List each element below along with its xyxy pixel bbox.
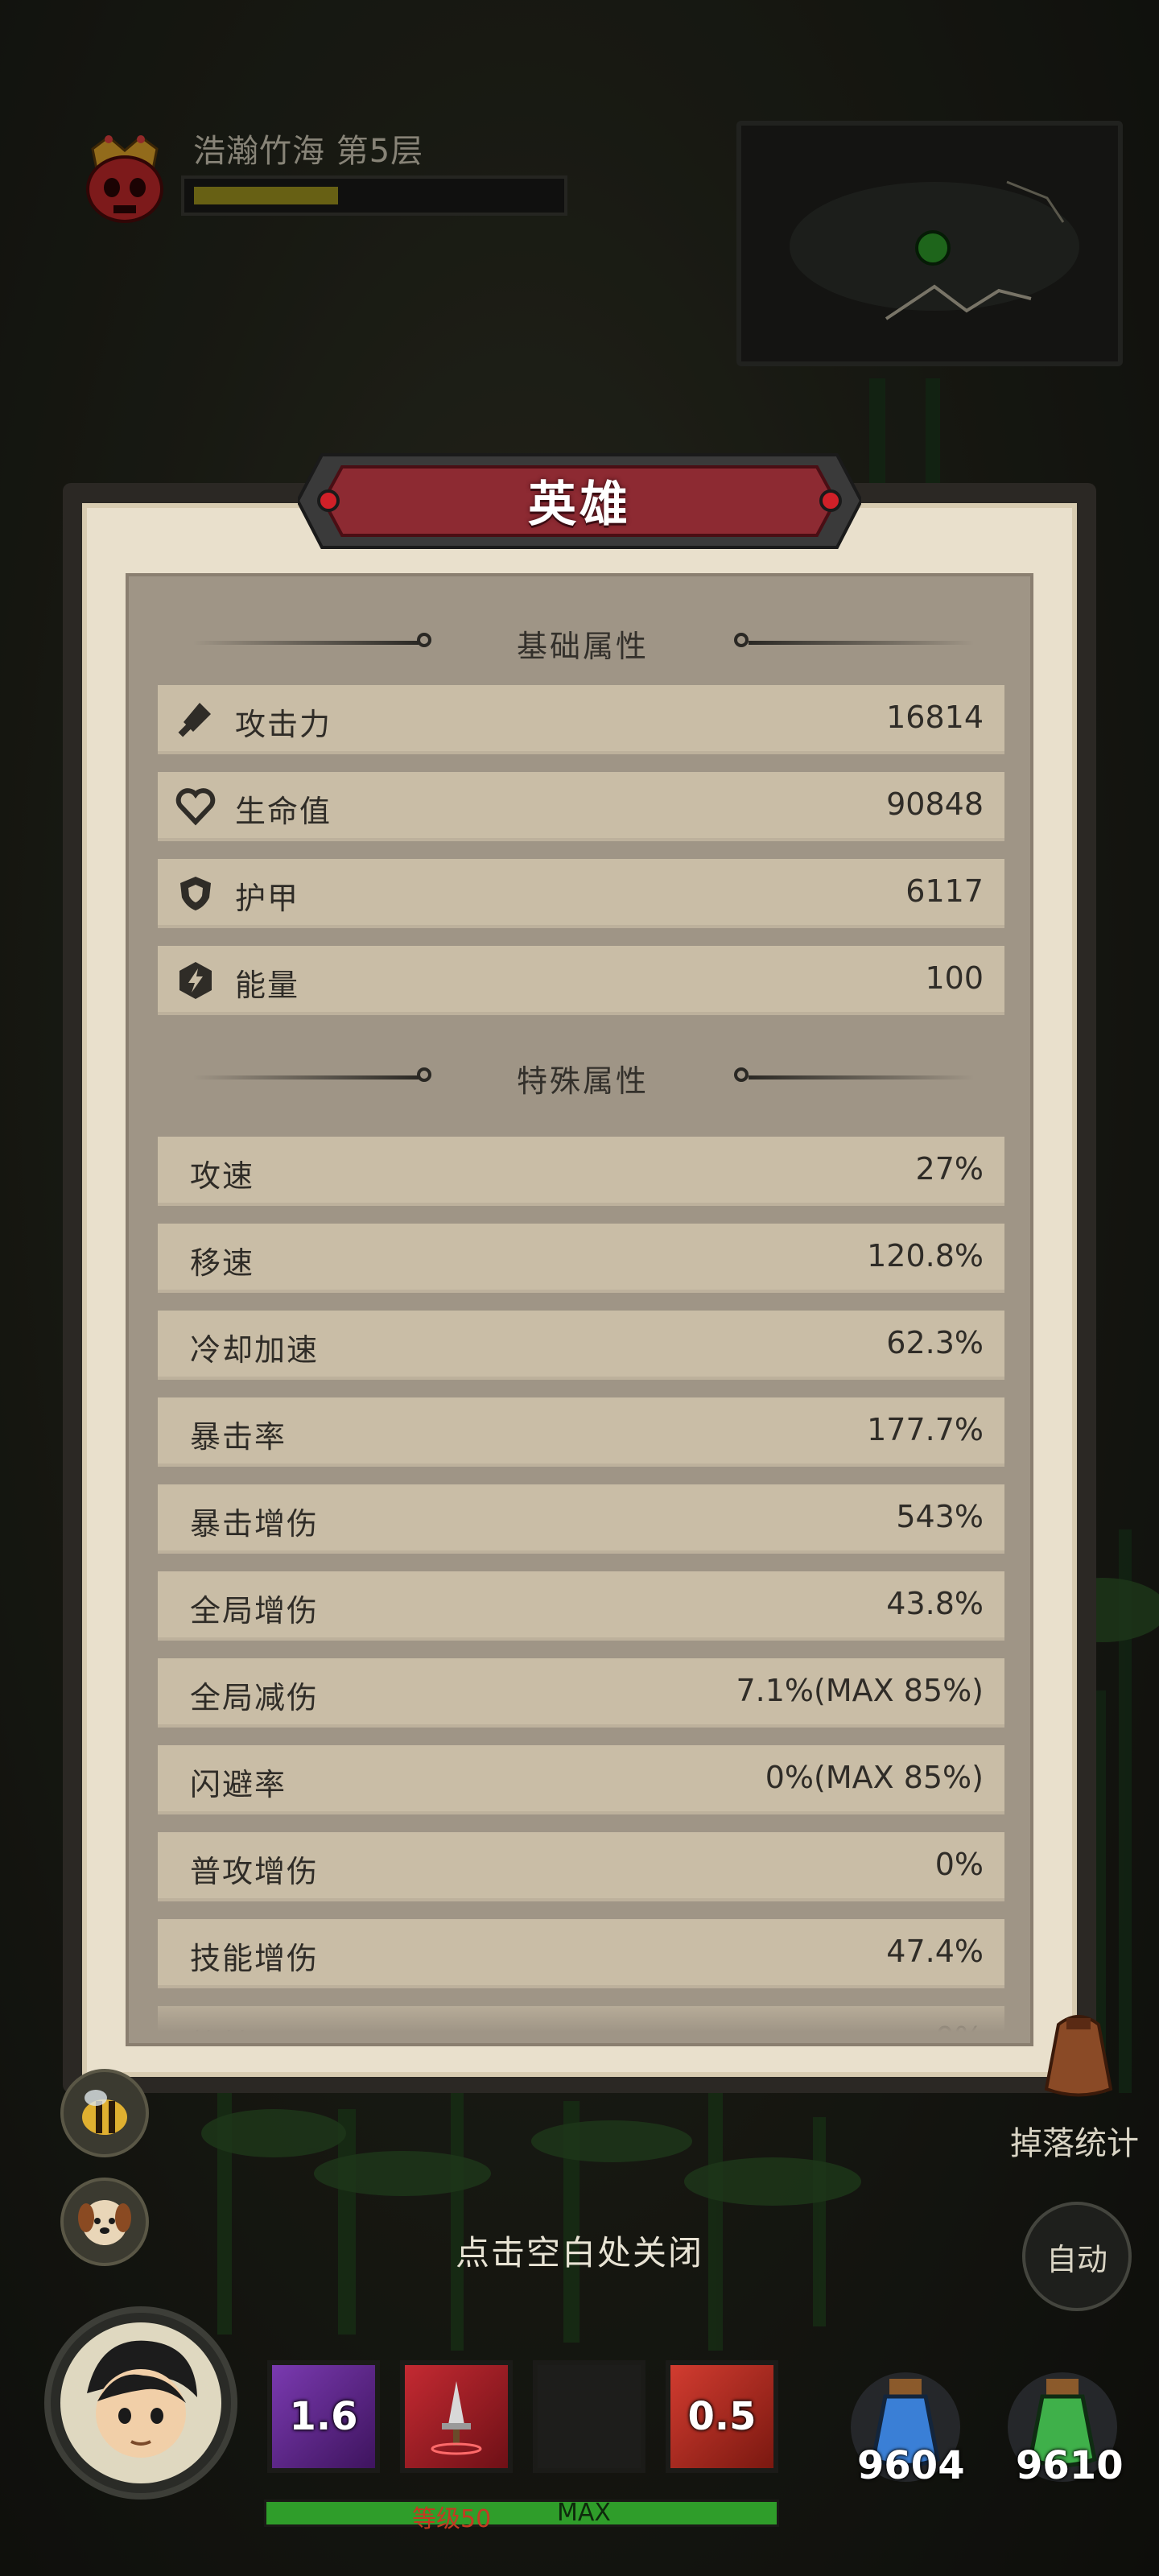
stat-label: 能量 bbox=[235, 968, 300, 1003]
stat-value: 0% bbox=[934, 1847, 984, 1882]
stat-row-global-damage: 全局增伤 43.8% bbox=[158, 1571, 1004, 1641]
stat-row-energy: 能量 100 bbox=[158, 946, 1004, 1015]
stat-value: 7.1%(MAX 85%) bbox=[736, 1673, 984, 1708]
stat-row-attack-speed: 攻速 27% bbox=[158, 1137, 1004, 1206]
skill-slot-4[interactable]: 0.5 bbox=[666, 2360, 778, 2473]
stat-value: 100 bbox=[925, 960, 984, 996]
blue-potion-count: 9604 bbox=[857, 2443, 965, 2488]
stat-row-skill-damage: 技能增伤 47.4% bbox=[158, 1919, 1004, 1988]
stat-label: 普攻增伤 bbox=[190, 1854, 320, 1889]
stat-label: 暴击增伤 bbox=[190, 1506, 320, 1542]
skill-cooldown: 1.6 bbox=[289, 2394, 358, 2439]
level-label: 等级50 bbox=[412, 2505, 492, 2533]
skill-slot-1[interactable]: 1.6 bbox=[267, 2360, 380, 2473]
bee-pet-avatar[interactable] bbox=[60, 2069, 149, 2157]
shield-icon bbox=[180, 877, 211, 910]
stat-row-crit-damage: 暴击增伤 543% bbox=[158, 1484, 1004, 1554]
stat-row-hp: 生命值 90848 bbox=[158, 772, 1004, 841]
stat-row-armor: 护甲 6117 bbox=[158, 859, 1004, 928]
skill-slot-2[interactable] bbox=[400, 2360, 513, 2473]
close-hint: 点击空白处关闭 bbox=[455, 2233, 703, 2273]
skill-cooldown: 0.5 bbox=[687, 2394, 757, 2439]
stat-label: 技能增伤 bbox=[190, 1941, 320, 1976]
stat-label: 闪避率 bbox=[190, 1767, 287, 1802]
hero-avatar[interactable] bbox=[44, 2306, 237, 2500]
divider-line bbox=[749, 641, 974, 645]
sword-icon bbox=[178, 703, 211, 737]
stat-label: 全局增伤 bbox=[190, 1593, 320, 1629]
stat-value: 27% bbox=[915, 1151, 984, 1187]
heart-icon bbox=[175, 788, 216, 826]
auto-button[interactable]: 自动 bbox=[1022, 2202, 1132, 2311]
drop-stats-label[interactable]: 掉落统计 bbox=[1010, 2117, 1139, 2164]
skill-slot-3-empty[interactable] bbox=[533, 2360, 645, 2473]
stat-value: 177.7% bbox=[867, 1412, 984, 1447]
special-stats-header: 特殊属性 bbox=[129, 1053, 1030, 1101]
divider-dot bbox=[734, 1067, 749, 1082]
stat-row-crit-rate: 暴击率 177.7% bbox=[158, 1397, 1004, 1467]
divider-dot bbox=[734, 633, 749, 647]
lightning-icon bbox=[179, 962, 212, 999]
stat-label: 全局减伤 bbox=[190, 1680, 320, 1715]
sword-skill-icon bbox=[431, 2381, 482, 2455]
stat-label: 护甲 bbox=[235, 881, 300, 916]
stat-value: 43.8% bbox=[886, 1586, 984, 1621]
scroll-fade bbox=[129, 1987, 1030, 2043]
stat-value: 120.8% bbox=[867, 1238, 984, 1274]
stat-label: 暴击率 bbox=[190, 1419, 287, 1455]
loot-bag-icon[interactable] bbox=[1034, 2000, 1123, 2105]
hero-face-icon bbox=[60, 2322, 221, 2483]
bee-icon bbox=[82, 2090, 127, 2135]
stat-row-attack: 攻击力 16814 bbox=[158, 685, 1004, 754]
divider-line bbox=[749, 1075, 974, 1080]
stat-value: 16814 bbox=[886, 700, 984, 735]
stat-row-normal-attack-damage: 普攻增伤 0% bbox=[158, 1832, 1004, 1901]
stat-value: 62.3% bbox=[886, 1325, 984, 1360]
stat-value: 47.4% bbox=[886, 1934, 984, 1969]
level-xp-bar bbox=[264, 2500, 779, 2527]
base-stats-header: 基础属性 bbox=[129, 618, 1030, 667]
stat-value: 90848 bbox=[886, 786, 984, 822]
stat-value: 543% bbox=[896, 1499, 984, 1534]
panel-title: 英雄 bbox=[528, 477, 631, 533]
stat-value: 0%(MAX 85%) bbox=[765, 1760, 984, 1795]
stat-label: 攻击力 bbox=[235, 707, 332, 742]
stat-label: 生命值 bbox=[235, 794, 332, 829]
stat-label: 攻速 bbox=[190, 1158, 255, 1194]
green-potion-count: 9610 bbox=[1016, 2443, 1124, 2488]
max-label: MAX bbox=[557, 2499, 611, 2527]
stat-label: 冷却加速 bbox=[190, 1332, 320, 1368]
stat-row-dodge: 闪避率 0%(MAX 85%) bbox=[158, 1745, 1004, 1814]
stat-value: 6117 bbox=[905, 873, 984, 909]
stat-row-move-speed: 移速 120.8% bbox=[158, 1224, 1004, 1293]
stat-row-cooldown: 冷却加速 62.3% bbox=[158, 1311, 1004, 1380]
stats-scroll-area[interactable]: 基础属性 攻击力 16814 生命值 90848 护甲 6117 能量 100 bbox=[126, 573, 1033, 2046]
stat-row-damage-reduction: 全局减伤 7.1%(MAX 85%) bbox=[158, 1658, 1004, 1728]
stat-label: 移速 bbox=[190, 1245, 255, 1281]
